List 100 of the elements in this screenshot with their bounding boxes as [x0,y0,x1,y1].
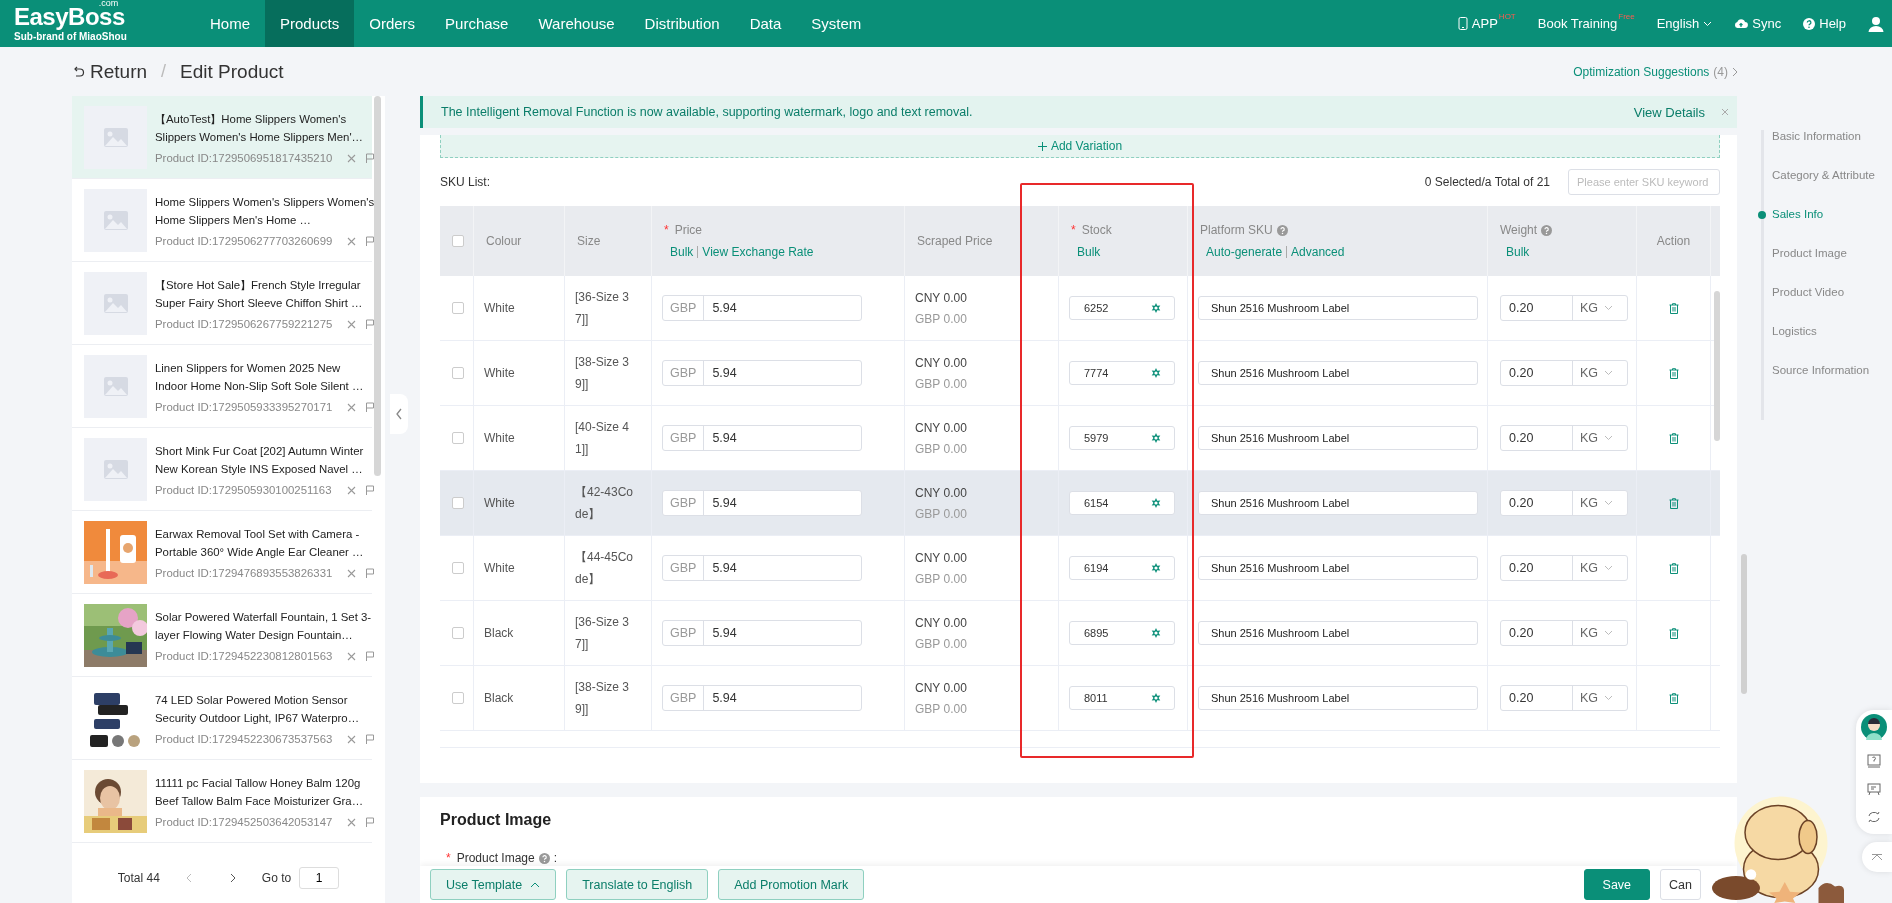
close-icon[interactable] [347,568,356,578]
weight-field[interactable]: 0.20 KG [1500,555,1628,581]
nav-tab[interactable]: System [796,0,877,47]
weight-field[interactable]: 0.20 KG [1500,490,1628,516]
product-list-item[interactable]: Home Slippers Women's Slippers Women's Home Slippers Men's Home … Product ID:1729506277703260699 [72,179,372,262]
header-link[interactable]: Advanced [1291,245,1345,259]
toolbar-item[interactable]: Help [1803,16,1846,31]
product-list-item[interactable]: Linen Slippers for Women 2025 New Indoor Home Non-Slip Soft Sole Silent … Product ID:1729505933395270171 [72,345,372,428]
suggestions-link[interactable]: Optimization Suggestions (4) [1573,64,1738,79]
price-field[interactable]: GBP 5.94 [662,425,862,451]
save-button[interactable]: Save [1583,869,1651,900]
nav-tab[interactable]: Products [265,0,355,47]
logo[interactable]: EasyBoss [14,5,125,29]
trash-icon[interactable] [1668,562,1679,574]
close-icon[interactable] [347,734,356,744]
checkbox[interactable] [452,367,464,379]
platform-sku-field[interactable]: Shun 2516 Mushroom Label [1198,491,1478,515]
scrollbar[interactable] [374,96,381,476]
flag-icon[interactable] [365,817,375,827]
trash-icon[interactable] [1668,302,1679,314]
platform-sku-field[interactable]: Shun 2516 Mushroom Label [1198,686,1478,710]
close-icon[interactable] [347,485,356,495]
sync-icon[interactable] [1867,810,1881,824]
nav-tab[interactable]: Purchase [430,0,524,47]
add-variation-button[interactable]: Add Variation [440,135,1720,158]
platform-sku-field[interactable]: Shun 2516 Mushroom Label [1198,361,1478,385]
checkbox[interactable] [452,562,464,574]
flag-icon[interactable] [365,319,375,329]
nav-tab[interactable]: Distribution [629,0,735,47]
product-list-item[interactable]: Short Mink Fur Coat [202] Autumn Winter New Korean Style INS Exposed Navel … Product ID:1729505930100251163 [72,428,372,511]
stock-field[interactable]: 6154 [1069,491,1175,515]
chevron-right-icon[interactable] [229,873,236,883]
view-details-link[interactable]: View Details [1633,104,1705,120]
toolbar-item[interactable]: Book Training$^{Free}$ [1537,16,1635,31]
checkbox[interactable] [452,692,464,704]
checkbox[interactable] [452,302,464,314]
stock-field[interactable]: 6895 [1069,621,1175,645]
checkbox[interactable] [452,497,464,509]
user-icon[interactable] [1868,15,1884,32]
weight-field[interactable]: 0.20 KG [1500,360,1628,386]
page-input[interactable]: 1 [299,867,340,889]
scrollbar[interactable] [1741,554,1747,694]
price-field[interactable]: GBP 5.94 [662,620,862,646]
trash-icon[interactable] [1668,367,1679,379]
product-list-item[interactable]: 【AutoTest】Home Slippers Women's Slippers Women's Home Slippers Men'… Product ID:1729506951817435210 [72,96,372,179]
sku-search-field[interactable]: Please enter SKU keyword [1568,169,1720,195]
trash-icon[interactable] [1668,692,1679,704]
help-book-icon[interactable] [1867,754,1881,768]
stock-field[interactable]: 6194 [1069,556,1175,580]
nav-tab[interactable]: Orders [354,0,431,47]
stock-field[interactable]: 8011 [1069,686,1175,710]
product-list-item[interactable]: 【Store Hot Sale】French Style Irregular Super Fairy Short Sleeve Chiffon Shirt … Product ID:1729506267759221275 [72,262,372,345]
header-link[interactable]: Auto-generate [1206,245,1283,259]
platform-sku-field[interactable]: Shun 2516 Mushroom Label [1198,296,1478,320]
back-to-top-button[interactable] [1862,842,1892,872]
weight-field[interactable]: 0.20 KG [1500,620,1628,646]
cancel-button[interactable]: Can [1660,869,1701,900]
close-icon[interactable] [347,319,356,329]
checkbox[interactable] [452,627,464,639]
flag-icon[interactable] [365,236,375,246]
footer-button[interactable]: Add Promotion Mark [718,869,865,900]
checkbox[interactable] [452,432,464,444]
flag-icon[interactable] [365,485,375,495]
flag-icon[interactable] [365,402,375,412]
price-field[interactable]: GBP 5.94 [662,555,862,581]
close-icon[interactable] [347,817,356,827]
platform-sku-field[interactable]: Shun 2516 Mushroom Label [1198,621,1478,645]
footer-button[interactable]: Translate to English [566,869,709,900]
price-field[interactable]: GBP 5.94 [662,360,862,386]
section-nav-link[interactable]: Sales Info [1772,208,1875,223]
close-icon[interactable] [347,236,356,246]
scrollbar[interactable] [1714,291,1720,441]
chevron-left-icon[interactable] [185,873,192,883]
trash-icon[interactable] [1668,627,1679,639]
checkbox[interactable] [452,235,464,247]
stock-field[interactable]: 7774 [1069,361,1175,385]
toolbar-item[interactable]: Sync [1734,16,1782,31]
product-list-item[interactable]: 11111 pc Facial Tallow Honey Balm 120g Beef Tallow Balm Face Moisturizer Gra… Product ID:1729452503642053147 [72,760,372,843]
price-field[interactable]: GBP 5.94 [662,685,862,711]
product-list-item[interactable]: Earwax Removal Tool Set with Camera - Portable 360° Wide Angle Ear Cleaner … Product ID:1729476893553826331 [72,511,372,594]
price-field[interactable]: GBP 5.94 [662,490,862,516]
toolbar-item[interactable]: APP$^{HOT}$ [1457,16,1516,31]
product-list-item[interactable]: Solar Powered Waterfall Fountain, 1 Set 3-layer Flowing Water Design Fountain… Product ID:1729452230812801563 [72,594,372,677]
flag-icon[interactable] [365,153,375,163]
use-template-button[interactable]: Use Template [430,869,557,900]
weight-field[interactable]: 0.20 KG [1500,685,1628,711]
toolbar-item[interactable]: English [1656,16,1713,31]
close-icon[interactable] [347,153,356,163]
platform-sku-field[interactable]: Shun 2516 Mushroom Label [1198,556,1478,580]
platform-sku-field[interactable]: Shun 2516 Mushroom Label [1198,426,1478,450]
close-icon[interactable] [1721,108,1729,116]
back-link[interactable]: Return [72,60,148,83]
collapse-handle[interactable] [390,394,408,434]
trash-icon[interactable] [1668,432,1679,444]
flag-icon[interactable] [365,651,375,661]
close-icon[interactable] [347,402,356,412]
flag-icon[interactable] [365,568,375,578]
nav-tab[interactable]: Home [195,0,265,47]
board-icon[interactable] [1867,782,1881,796]
weight-field[interactable]: 0.20 KG [1500,425,1628,451]
